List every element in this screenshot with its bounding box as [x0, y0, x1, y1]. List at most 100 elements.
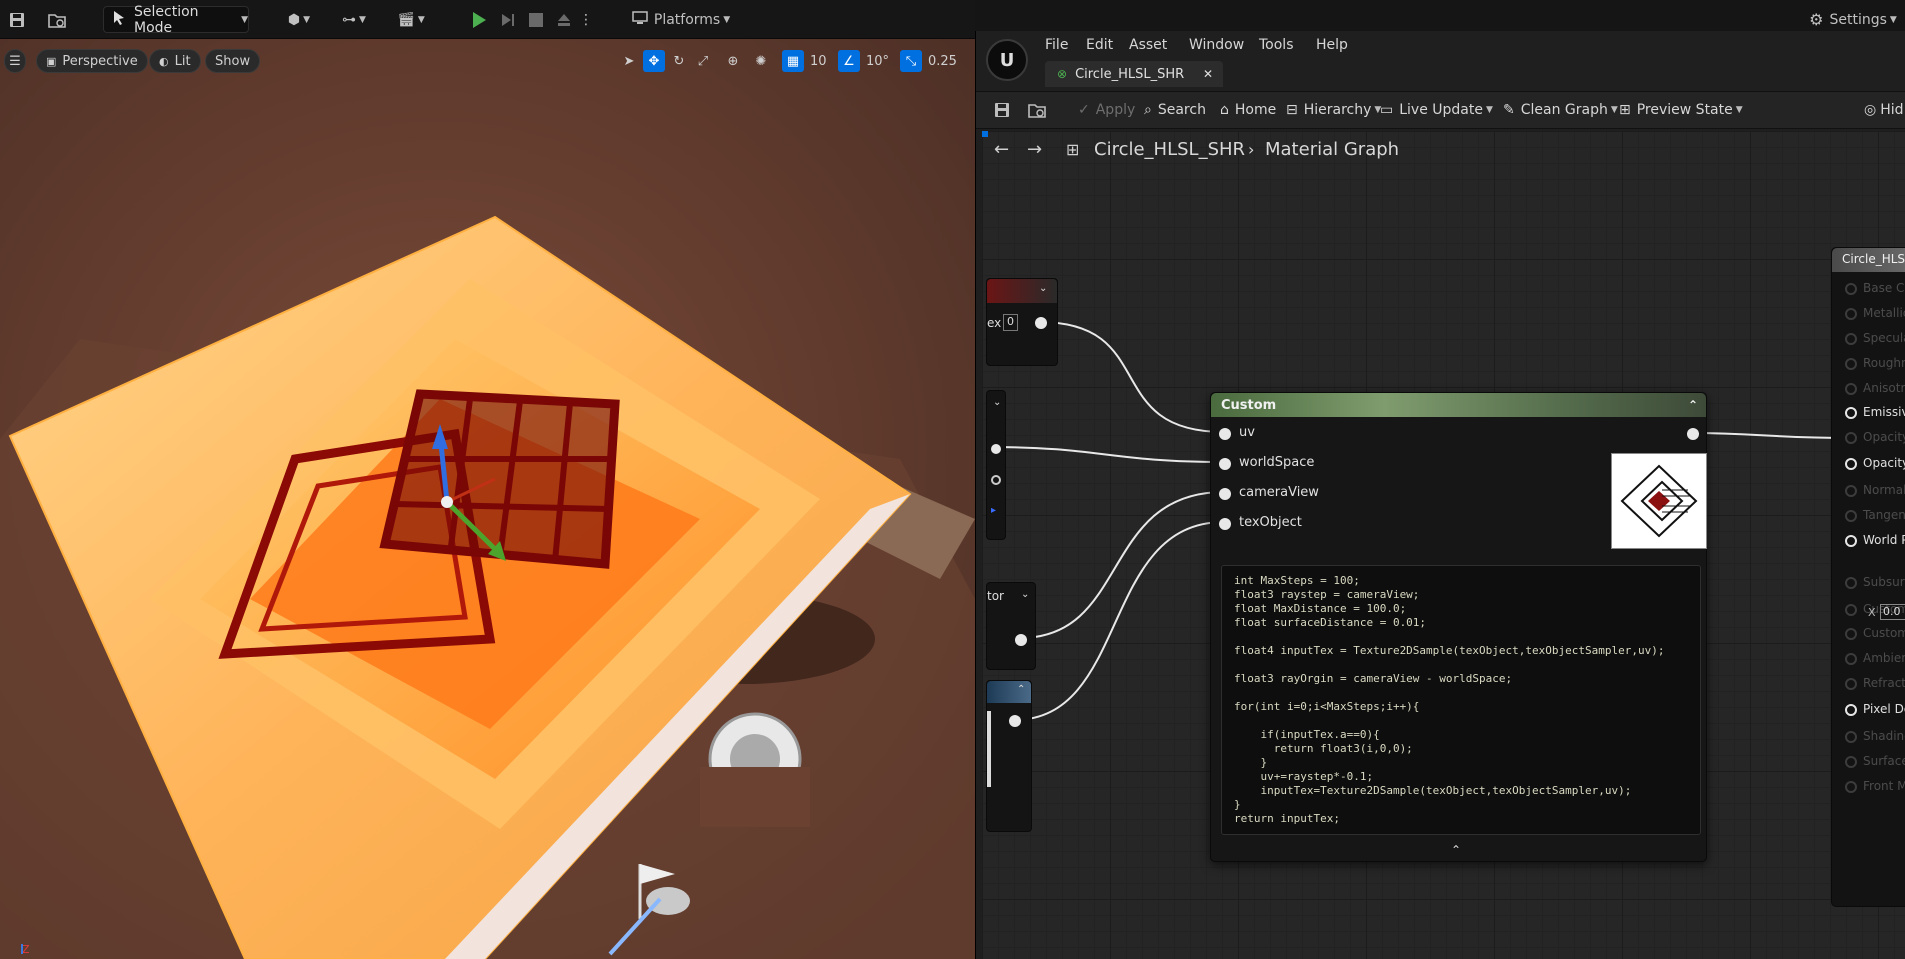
collapse-chevron-icon[interactable]: ⌃: [1017, 684, 1025, 695]
output-pin[interactable]: [1015, 634, 1027, 646]
scale-tool-icon[interactable]: ⤢: [692, 50, 714, 72]
chevron-down-icon: ▼: [241, 14, 248, 25]
collapse-chevron-icon[interactable]: ⌄: [1039, 283, 1047, 294]
input-pin-cameraview[interactable]: [1219, 488, 1231, 500]
advance-frame-icon[interactable]: [497, 6, 519, 33]
clean-graph-dropdown[interactable]: ✎ Clean Graph ▼: [1503, 102, 1618, 118]
result-pin[interactable]: [1845, 577, 1857, 589]
input-pin-worldspace[interactable]: [1219, 458, 1231, 470]
result-pin[interactable]: [1845, 653, 1857, 665]
material-result-node[interactable]: Circle_HLS Base Co Metallic Specula Roughn A…: [1831, 247, 1905, 907]
hide-unrelated-button[interactable]: ◎ Hid: [1864, 102, 1904, 118]
tab-circle-hlsl-shr[interactable]: ⊗ Circle_HLSL_SHR ✕: [1045, 61, 1223, 87]
result-pin[interactable]: [1845, 510, 1857, 522]
input-pin-uv[interactable]: [1219, 428, 1231, 440]
world-x-field[interactable]: 0.0: [1880, 604, 1905, 620]
back-arrow-icon[interactable]: ←: [994, 139, 1009, 160]
camera-vector-node[interactable]: tor ⌄: [986, 582, 1036, 670]
menu-file[interactable]: File: [1045, 37, 1068, 53]
custom-node-header[interactable]: Custom ⌃: [1211, 393, 1706, 417]
scale-snap-value[interactable]: 0.25: [928, 50, 957, 72]
play-button[interactable]: [468, 6, 490, 33]
result-node-header: Circle_HLS: [1832, 248, 1905, 272]
world-space-icon[interactable]: ⊕: [722, 50, 744, 72]
menu-asset[interactable]: Asset: [1129, 37, 1167, 53]
platforms-dropdown[interactable]: Platforms ▼: [632, 6, 730, 33]
hlsl-code-field[interactable]: int MaxSteps = 100; float3 raystep = cam…: [1221, 565, 1701, 835]
grid-snap-icon[interactable]: ▦: [782, 50, 804, 72]
collapse-code-chevron-icon[interactable]: ⌃: [1451, 843, 1461, 857]
output-pin[interactable]: [1009, 715, 1021, 727]
result-pin[interactable]: [1845, 756, 1857, 768]
result-pin[interactable]: [1845, 628, 1857, 640]
forward-arrow-icon[interactable]: →: [1027, 139, 1042, 160]
apply-button[interactable]: ✓ Apply: [1078, 102, 1135, 118]
texture-object-parameter-node[interactable]: ⌃: [986, 680, 1032, 832]
result-pin[interactable]: [1845, 535, 1857, 547]
result-pin[interactable]: [1845, 678, 1857, 690]
content-browser-icon[interactable]: [46, 6, 68, 33]
input-pin-texobject[interactable]: [1219, 518, 1231, 530]
output-pin[interactable]: [1687, 428, 1699, 440]
result-pin[interactable]: [1845, 458, 1857, 470]
output-pin[interactable]: [991, 444, 1001, 454]
save-icon[interactable]: [6, 6, 28, 33]
scale-snap-icon[interactable]: ⤡: [900, 50, 922, 72]
result-pin[interactable]: [1845, 781, 1857, 793]
live-update-dropdown[interactable]: ▭ Live Update ▼: [1380, 102, 1493, 118]
result-pin[interactable]: [1845, 333, 1857, 345]
result-pin[interactable]: [1845, 604, 1857, 616]
collapse-chevron-icon[interactable]: ⌄: [993, 397, 1001, 408]
menu-edit[interactable]: Edit: [1086, 37, 1113, 53]
perspective-button[interactable]: ▣ Perspective: [36, 49, 148, 73]
blueprint-button[interactable]: ⊶ ▼: [333, 6, 375, 33]
unreal-logo-icon[interactable]: U: [986, 39, 1028, 81]
browse-icon[interactable]: [1028, 102, 1046, 118]
home-button[interactable]: ⌂ Home: [1220, 102, 1276, 118]
show-button[interactable]: Show: [205, 49, 261, 73]
rotation-snap-icon[interactable]: ∠: [838, 50, 860, 72]
close-icon[interactable]: ✕: [1203, 67, 1213, 81]
lit-button[interactable]: ◐ Lit: [149, 49, 201, 73]
menu-window[interactable]: Window: [1189, 37, 1244, 53]
more-options-icon[interactable]: ⋮: [579, 6, 593, 33]
result-pin[interactable]: [1845, 407, 1857, 419]
save-icon[interactable]: [994, 102, 1010, 118]
result-pin[interactable]: [1845, 485, 1857, 497]
add-actor-button[interactable]: ⬢ ▼: [278, 6, 320, 33]
cinematics-button[interactable]: 🎬︎ ▼: [388, 6, 434, 33]
result-pin[interactable]: [1845, 358, 1857, 370]
grid-snap-value[interactable]: 10: [810, 50, 827, 72]
result-pin[interactable]: [1845, 731, 1857, 743]
eject-icon[interactable]: [553, 6, 575, 33]
result-pin[interactable]: [1845, 383, 1857, 395]
search-button[interactable]: ⌕ Search: [1144, 102, 1206, 118]
collapse-chevron-icon[interactable]: ⌄: [1021, 589, 1029, 600]
result-pin[interactable]: [1845, 704, 1857, 716]
result-pin[interactable]: [1845, 432, 1857, 444]
menu-tools[interactable]: Tools: [1259, 37, 1294, 53]
output-pin[interactable]: [991, 475, 1001, 485]
surface-snap-icon[interactable]: ✺: [750, 50, 772, 72]
texture-object-node[interactable]: ⌄ ex 0: [986, 278, 1058, 366]
rotate-tool-icon[interactable]: ↻: [668, 50, 690, 72]
translate-tool-icon[interactable]: ✥: [643, 50, 665, 72]
stop-icon[interactable]: [525, 6, 547, 33]
rotation-snap-value[interactable]: 10°: [866, 50, 889, 72]
index-value-field[interactable]: 0: [1003, 314, 1018, 331]
selection-mode-dropdown[interactable]: Selection Mode ▼: [103, 4, 249, 36]
custom-hlsl-node[interactable]: Custom ⌃ uv worldSpace cameraView texObj…: [1210, 392, 1707, 862]
output-pin[interactable]: [1035, 317, 1047, 329]
breadcrumb-asset[interactable]: Circle_HLSL_SHR: [1094, 139, 1245, 160]
hierarchy-dropdown[interactable]: ⊟ Hierarchy ▼: [1286, 102, 1381, 118]
result-pin[interactable]: [1845, 283, 1857, 295]
menu-help[interactable]: Help: [1316, 37, 1348, 53]
settings-dropdown[interactable]: ⚙ Settings ▼: [1805, 6, 1901, 33]
viewport-menu-button[interactable]: ☰: [4, 49, 26, 73]
level-viewport[interactable]: Z ☰ ▣ Perspective ◐ Lit Show ➤ ✥ ↻ ⤢ ⊕ ✺…: [0, 39, 975, 959]
result-pin[interactable]: [1845, 308, 1857, 320]
preview-state-dropdown[interactable]: ⊞ Preview State ▼: [1619, 102, 1743, 118]
select-tool-icon[interactable]: ➤: [618, 50, 640, 72]
world-position-node[interactable]: ⌄ ▸: [986, 390, 1006, 540]
collapse-chevron-icon[interactable]: ⌃: [1688, 398, 1698, 412]
